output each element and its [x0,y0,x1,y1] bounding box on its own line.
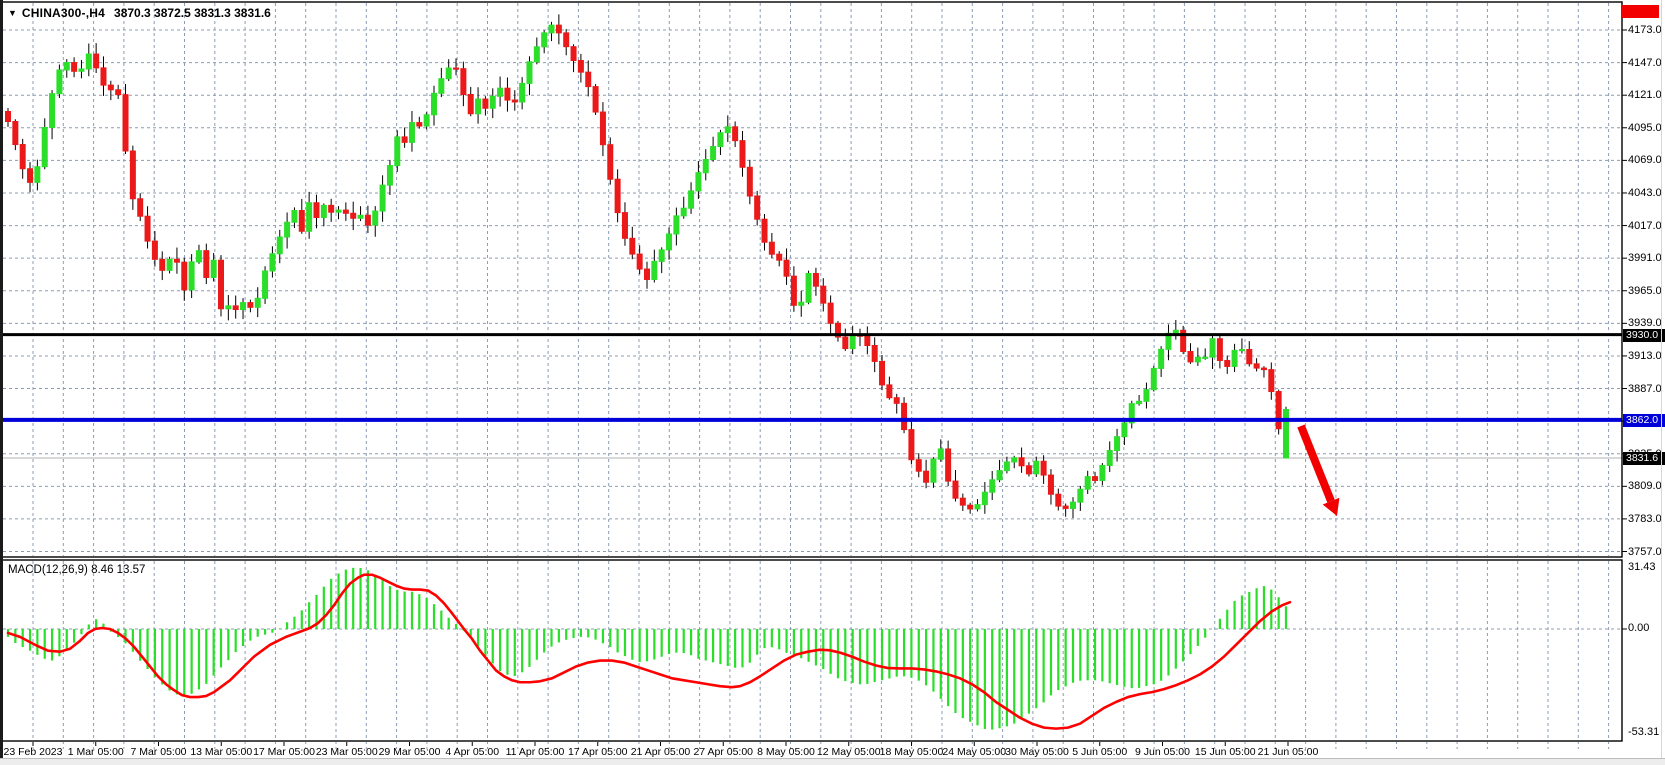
window-right-border [1661,0,1662,765]
last-price-badge: 3831.6 [1623,452,1665,465]
macd-indicator-label: MACD(12,26,9) 8.46 13.57 [8,564,145,576]
price-axis-label: 4095.0 [1628,122,1664,134]
price-chart-canvas[interactable] [0,0,1665,765]
symbol-header: ▼ CHINA300-,H4 3870.3 3872.5 3831.3 3831.6 [8,6,271,20]
macd-axis-max: 31.43 [1628,561,1656,573]
price-axis-label: 3965.0 [1628,285,1664,297]
support-level-badge: 3862.0 [1623,414,1665,427]
resistance-level-badge: 3930.0 [1623,329,1665,342]
price-axis-label: 3757.0 [1628,546,1664,558]
ohlc-quote: 3870.3 3872.5 3831.3 3831.6 [114,6,271,20]
annotation-red-box [1621,5,1659,18]
symbol-name: CHINA300-,H4 [22,6,105,20]
price-axis-label: 3783.0 [1628,513,1664,525]
time-axis-label: 21 Jun 05:00 [1240,746,1336,758]
price-axis-label: 3809.0 [1628,480,1664,492]
symbol-dropdown-icon[interactable]: ▼ [8,8,17,18]
mt4-chart-window: ▼ CHINA300-,H4 3870.3 3872.5 3831.3 3831.6… [0,0,1665,765]
price-axis-label: 4173.0 [1628,24,1664,36]
price-axis-label: 4121.0 [1628,89,1664,101]
window-left-border [0,0,3,765]
price-axis-label: 4069.0 [1628,154,1664,166]
macd-axis-zero: 0.00 [1628,622,1649,634]
window-bottom-strip [0,758,1665,765]
price-axis-label: 3939.0 [1628,317,1664,329]
price-axis-label: 4043.0 [1628,187,1664,199]
price-axis-label: 3913.0 [1628,350,1664,362]
price-axis-label: 3991.0 [1628,252,1664,264]
macd-axis-min: -53.31 [1628,726,1659,738]
price-axis-label: 4017.0 [1628,220,1664,232]
price-axis-label: 4147.0 [1628,57,1664,69]
price-axis-label: 3887.0 [1628,383,1664,395]
